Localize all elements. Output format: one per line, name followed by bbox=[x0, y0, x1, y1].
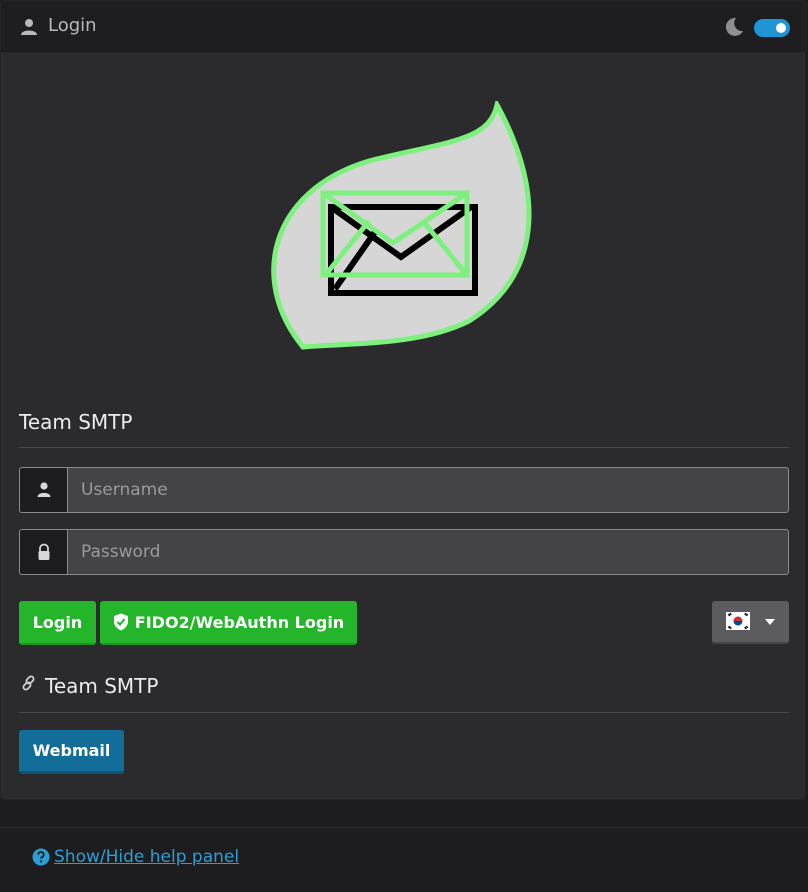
question-circle-icon bbox=[32, 848, 50, 866]
chevron-down-icon bbox=[765, 619, 775, 625]
login-section-title: Team SMTP bbox=[19, 410, 133, 434]
password-addon bbox=[19, 529, 67, 575]
section-divider bbox=[19, 447, 789, 448]
card-header: Login bbox=[1, 1, 805, 52]
shield-check-icon bbox=[113, 613, 128, 631]
apps-divider bbox=[19, 712, 789, 713]
username-group bbox=[19, 467, 789, 513]
webmail-button[interactable]: Webmail bbox=[19, 730, 124, 774]
username-addon bbox=[19, 467, 67, 513]
dark-mode-toggle[interactable] bbox=[754, 19, 790, 37]
toggle-knob bbox=[776, 23, 786, 33]
link-icon bbox=[22, 675, 35, 691]
fido-login-button[interactable]: FIDO2/WebAuthn Login bbox=[100, 601, 357, 645]
login-button[interactable]: Login bbox=[19, 601, 96, 645]
login-card: Login Team SMTP Username Login FIDO2/Web… bbox=[0, 0, 806, 800]
user-icon bbox=[21, 19, 37, 35]
webmail-button-label: Webmail bbox=[32, 741, 111, 760]
username-input[interactable] bbox=[67, 467, 789, 513]
help-panel-link[interactable]: Show/Hide help panel bbox=[32, 847, 239, 867]
moon-icon bbox=[725, 17, 743, 36]
header-title: Login bbox=[48, 15, 97, 36]
flag-kr-icon bbox=[726, 612, 750, 630]
apps-section-title: Team SMTP bbox=[45, 674, 159, 698]
help-link-label: Show/Hide help panel bbox=[54, 847, 240, 867]
password-group bbox=[19, 529, 789, 575]
password-input[interactable] bbox=[67, 529, 789, 575]
language-dropdown[interactable] bbox=[712, 601, 789, 644]
fido-button-label: FIDO2/WebAuthn Login bbox=[134, 612, 345, 632]
lock-icon bbox=[38, 543, 49, 560]
leaf-mail-logo bbox=[271, 101, 532, 350]
login-button-label: Login bbox=[32, 612, 83, 632]
user-icon bbox=[37, 482, 50, 497]
footer-separator bbox=[0, 827, 808, 828]
